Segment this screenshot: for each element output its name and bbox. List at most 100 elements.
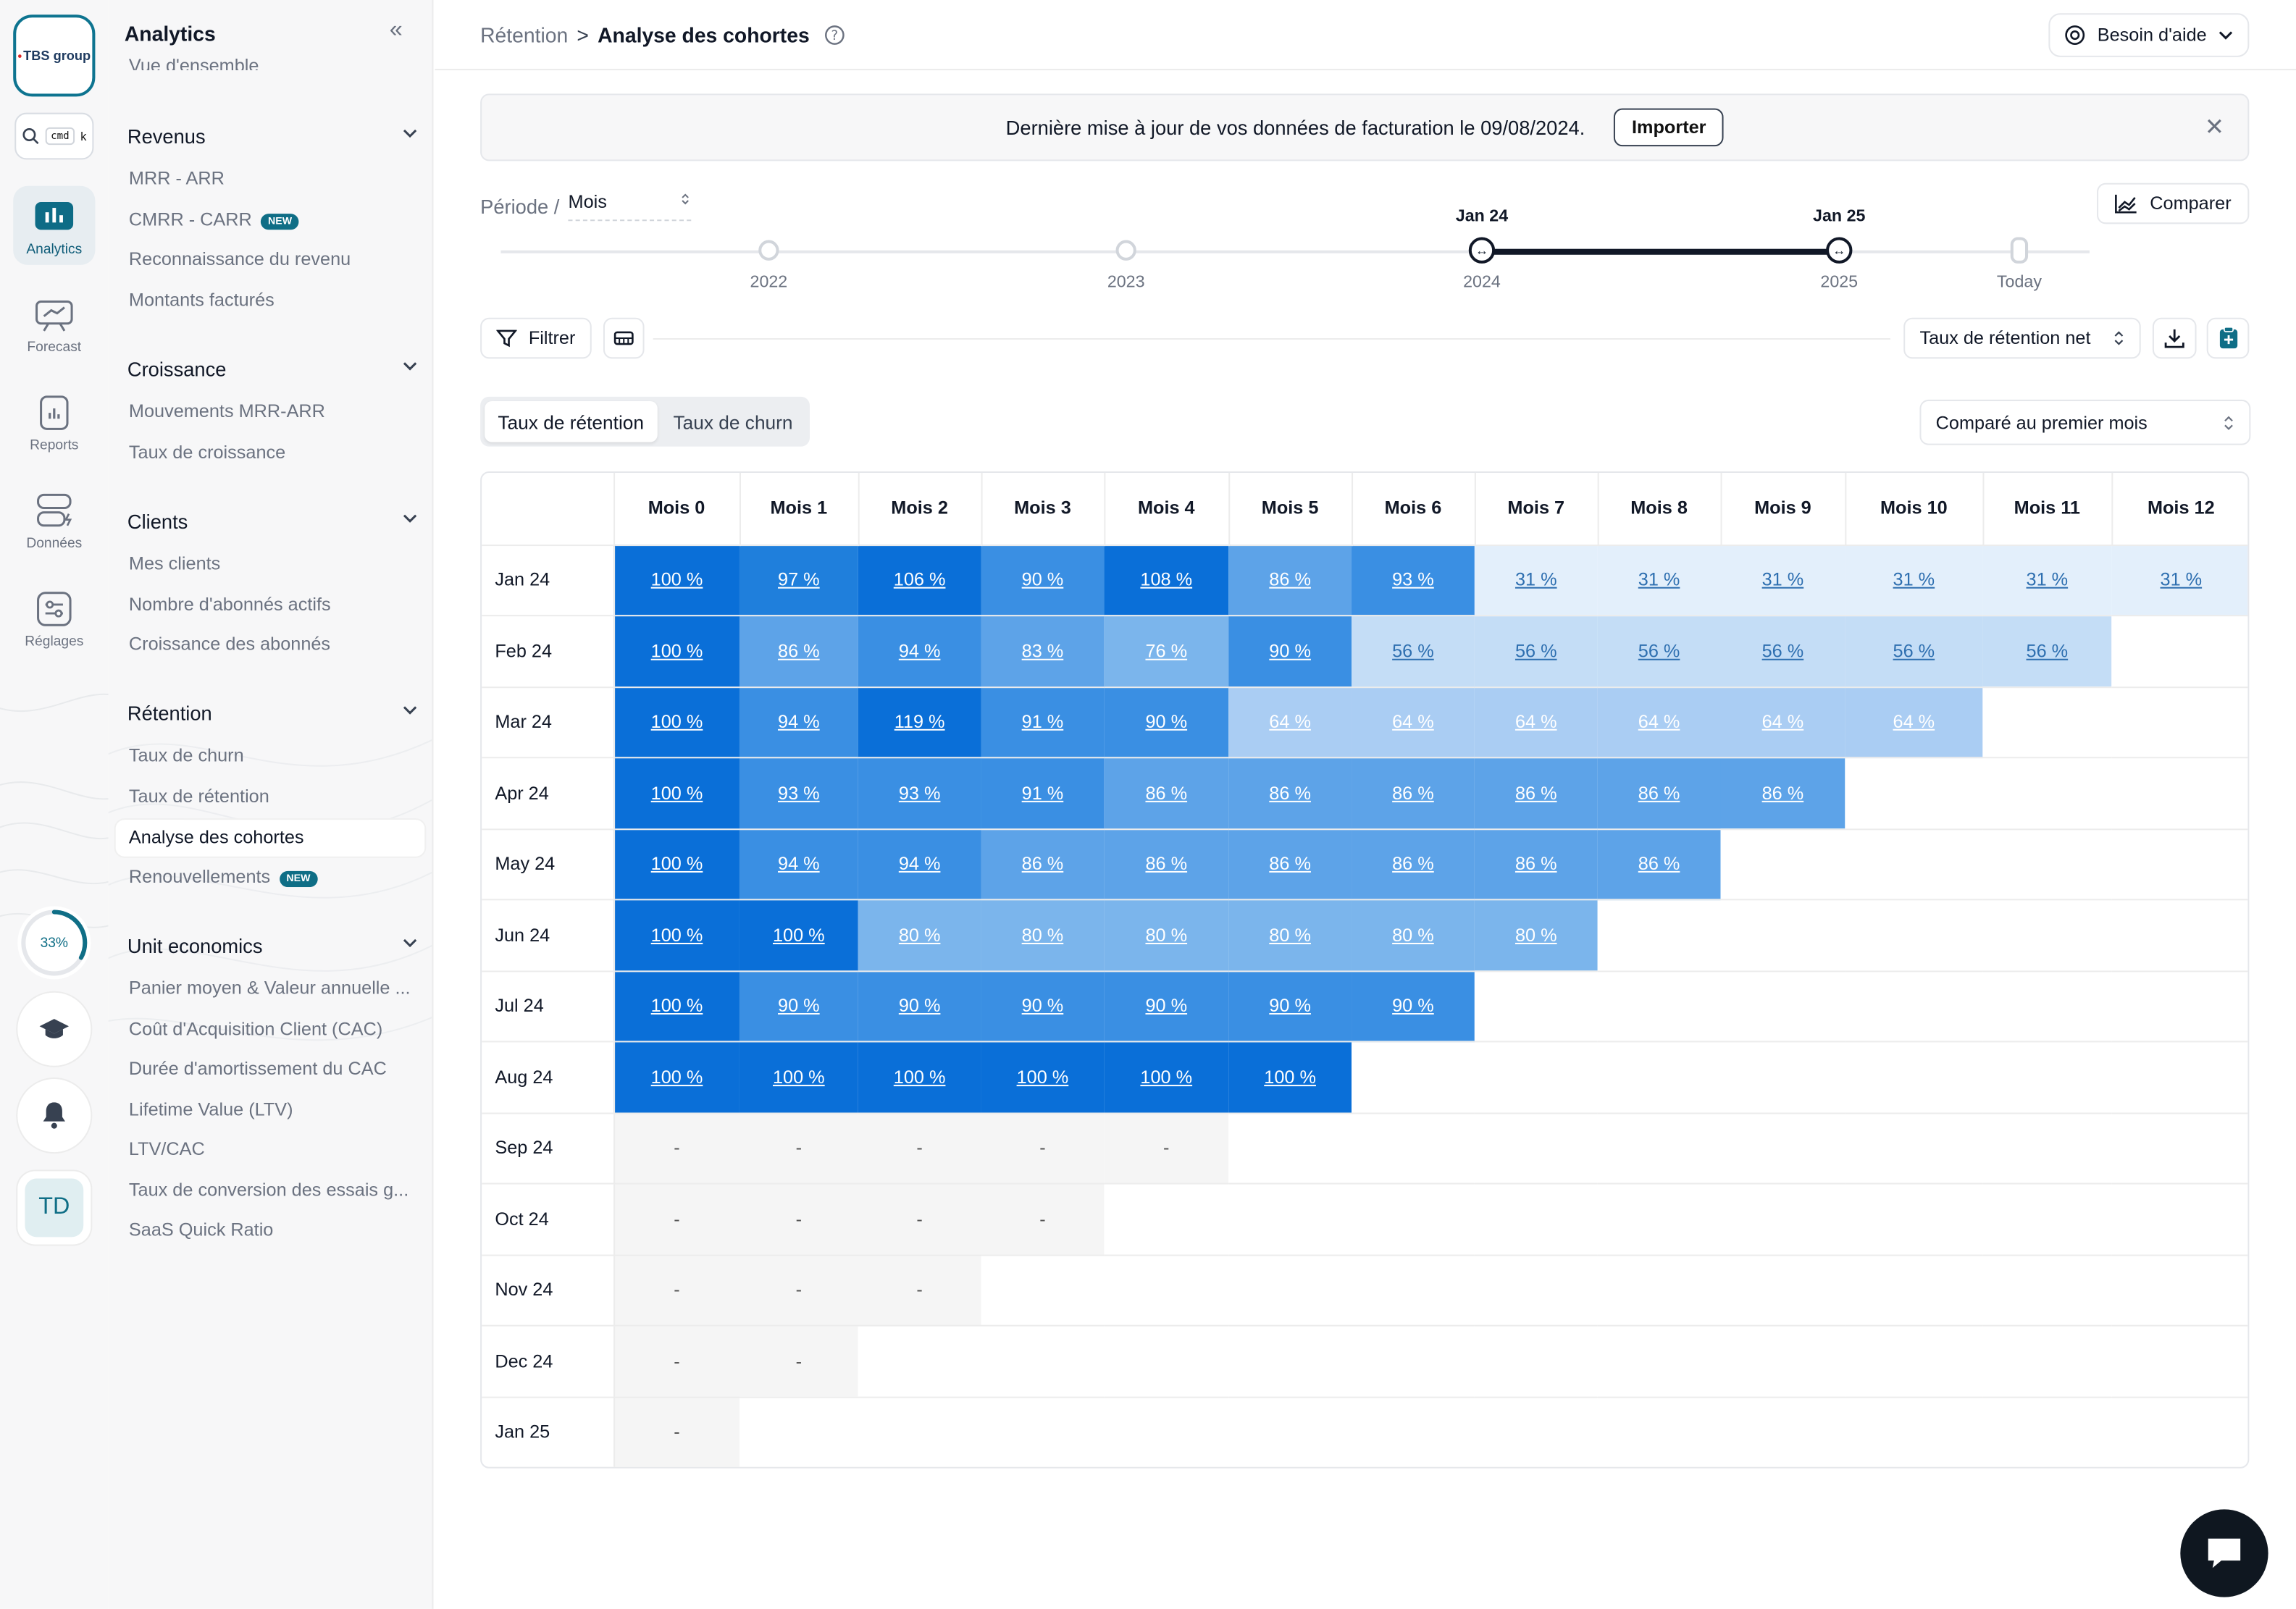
cohort-cell-link[interactable]: 94 % — [899, 641, 941, 661]
sidenav-item-panier-moyen-valeur-annuelle[interactable]: Panier moyen & Valeur annuelle ... — [129, 978, 414, 998]
cohort-cell-link[interactable]: 31 % — [1638, 570, 1680, 590]
sidenav-item-renouvellements[interactable]: Renouvellements NEW — [129, 866, 414, 887]
segment-button[interactable] — [603, 317, 645, 359]
cohort-cell-link[interactable]: 56 % — [1515, 641, 1557, 661]
cohort-cell-link[interactable]: 91 % — [1022, 712, 1064, 732]
cohort-cell-link[interactable]: 106 % — [894, 570, 946, 590]
sidenav-section-croissance[interactable]: Croissance — [127, 358, 420, 381]
sidenav-item-montants-factur-s[interactable]: Montants facturés — [129, 289, 414, 309]
sidenav-item-mrr-arr[interactable]: MRR - ARR — [129, 168, 414, 188]
cohort-cell-link[interactable]: 86 % — [1638, 783, 1680, 803]
sidenav-item-analyse-des-cohortes[interactable]: Analyse des cohortes — [115, 820, 425, 857]
sidenav-item-taux-de-conversion-des-essais-g[interactable]: Taux de conversion des essais g... — [129, 1179, 414, 1199]
cohort-cell-link[interactable]: 100 % — [651, 1067, 703, 1087]
rail-item-forecast[interactable]: Forecast — [13, 284, 95, 363]
cohort-cell-link[interactable]: 100 % — [894, 1067, 946, 1087]
cohort-cell-link[interactable]: 100 % — [1264, 1067, 1316, 1087]
cohort-cell-link[interactable]: 56 % — [1638, 641, 1680, 661]
filter-button[interactable]: Filtrer — [480, 317, 592, 359]
cohort-cell-link[interactable]: 64 % — [1762, 712, 1804, 732]
cohort-cell-link[interactable]: 86 % — [1022, 854, 1064, 874]
cohort-cell-link[interactable]: 31 % — [1515, 570, 1557, 590]
cohort-cell-link[interactable]: 80 % — [1392, 925, 1434, 945]
cohort-cell-link[interactable]: 86 % — [1269, 783, 1311, 803]
chat-launcher-button[interactable] — [2180, 1509, 2268, 1597]
timeline-start-handle[interactable]: ↔ — [1468, 237, 1496, 264]
cohort-cell-link[interactable]: 64 % — [1392, 712, 1434, 732]
cohort-cell-link[interactable]: 97 % — [778, 570, 820, 590]
timeline-end-handle[interactable]: ↔ — [1826, 237, 1853, 264]
cohort-cell-link[interactable]: 86 % — [1515, 854, 1557, 874]
cohort-cell-link[interactable]: 100 % — [773, 925, 825, 945]
rail-item-analytics[interactable]: Analytics — [13, 185, 96, 265]
onboarding-progress[interactable]: 33% — [17, 906, 91, 980]
cohort-cell-link[interactable]: 80 % — [1515, 925, 1557, 945]
notifications-button[interactable] — [17, 1078, 91, 1153]
cohort-cell-link[interactable]: 86 % — [1269, 570, 1311, 590]
timeline-dot-2022[interactable] — [758, 240, 779, 261]
sidenav-item-mes-clients[interactable]: Mes clients — [129, 553, 414, 574]
cohort-cell-link[interactable]: 56 % — [2027, 641, 2069, 661]
help-button[interactable]: Besoin d'aide — [2049, 13, 2250, 57]
cohort-cell-link[interactable]: 94 % — [778, 854, 820, 874]
cohort-cell-link[interactable]: 64 % — [1515, 712, 1557, 732]
cohort-cell-link[interactable]: 83 % — [1022, 641, 1064, 661]
cohort-cell-link[interactable]: 86 % — [1145, 854, 1187, 874]
cohort-cell-link[interactable]: 31 % — [2027, 570, 2069, 590]
cohort-cell-link[interactable]: 93 % — [1392, 570, 1434, 590]
cohort-cell-link[interactable]: 90 % — [1392, 996, 1434, 1016]
cohort-cell-link[interactable]: 100 % — [651, 783, 703, 803]
cohort-cell-link[interactable]: 56 % — [1762, 641, 1804, 661]
cohort-cell-link[interactable]: 119 % — [894, 712, 945, 732]
timeline-today-marker[interactable] — [2010, 237, 2029, 264]
cohort-cell-link[interactable]: 64 % — [1893, 712, 1935, 732]
cohort-cell-link[interactable]: 31 % — [1762, 570, 1804, 590]
sidenav-item-nombre-d-abonn-s-actifs[interactable]: Nombre d'abonnés actifs — [129, 594, 414, 614]
cohort-cell-link[interactable]: 91 % — [1022, 783, 1064, 803]
cohort-cell-link[interactable]: 86 % — [1515, 783, 1557, 803]
cohort-cell-link[interactable]: 76 % — [1145, 641, 1187, 661]
cohort-cell-link[interactable]: 100 % — [651, 641, 703, 661]
cohort-cell-link[interactable]: 100 % — [651, 570, 703, 590]
sidenav-section-r-tention[interactable]: Rétention — [127, 702, 420, 725]
add-to-report-button[interactable] — [2206, 317, 2250, 359]
company-logo[interactable]: • TBS group — [13, 14, 96, 97]
cohort-cell-link[interactable]: 86 % — [1392, 783, 1434, 803]
cohort-cell-link[interactable]: 64 % — [1638, 712, 1680, 732]
cohort-cell-link[interactable]: 80 % — [899, 925, 941, 945]
sidenav-item-croissance-des-abonn-s[interactable]: Croissance des abonnés — [129, 634, 414, 654]
sidenav-item-cmrr-carr[interactable]: CMRR - CARR NEW — [129, 209, 414, 230]
import-button[interactable]: Importer — [1614, 108, 1724, 147]
cohort-cell-link[interactable]: 90 % — [1145, 712, 1187, 732]
close-icon[interactable]: ✕ — [2205, 113, 2224, 142]
cohort-cell-link[interactable]: 80 % — [1145, 925, 1187, 945]
sidenav-item-dur-e-d-amortissement-du-cac[interactable]: Durée d'amortissement du CAC — [129, 1059, 414, 1079]
cohort-cell-link[interactable]: 100 % — [1140, 1067, 1192, 1087]
cohort-cell-link[interactable]: 90 % — [1145, 996, 1187, 1016]
cohort-cell-link[interactable]: 86 % — [1392, 854, 1434, 874]
cohort-cell-link[interactable]: 94 % — [778, 712, 820, 732]
cohort-cell-link[interactable]: 86 % — [1269, 854, 1311, 874]
cohort-cell-link[interactable]: 93 % — [778, 783, 820, 803]
cohort-cell-link[interactable]: 93 % — [899, 783, 941, 803]
cohort-cell-link[interactable]: 100 % — [651, 996, 703, 1016]
breadcrumb-parent[interactable]: Rétention — [480, 23, 568, 46]
cohort-cell-link[interactable]: 108 % — [1140, 570, 1192, 590]
collapse-sidebar-icon[interactable]: « — [390, 17, 403, 43]
sidenav-item-saas-quick-ratio[interactable]: SaaS Quick Ratio — [129, 1219, 414, 1240]
cohort-cell-link[interactable]: 100 % — [1017, 1067, 1069, 1087]
cohort-cell-link[interactable]: 56 % — [1893, 641, 1935, 661]
sidenav-section-unit-economics[interactable]: Unit economics — [127, 936, 420, 957]
cohort-cell-link[interactable]: 31 % — [1893, 570, 1935, 590]
cohort-cell-link[interactable]: 90 % — [1269, 996, 1311, 1016]
cohort-cell-link[interactable]: 90 % — [1022, 996, 1064, 1016]
cohort-cell-link[interactable]: 86 % — [1762, 783, 1804, 803]
help-circle-icon[interactable]: ? — [824, 25, 845, 45]
sidenav-item-taux-de-churn[interactable]: Taux de churn — [129, 745, 414, 765]
cohort-cell-link[interactable]: 100 % — [651, 925, 703, 945]
sidenav-item-co-t-d-acquisition-client-cac[interactable]: Coût d'Acquisition Client (CAC) — [129, 1018, 414, 1038]
metric-select[interactable]: Taux de rétention net — [1903, 317, 2141, 359]
sidenav-item-mouvements-mrr-arr[interactable]: Mouvements MRR-ARR — [129, 401, 414, 421]
cohort-cell-link[interactable]: 31 % — [2161, 570, 2203, 590]
cohort-cell-link[interactable]: 94 % — [899, 854, 941, 874]
